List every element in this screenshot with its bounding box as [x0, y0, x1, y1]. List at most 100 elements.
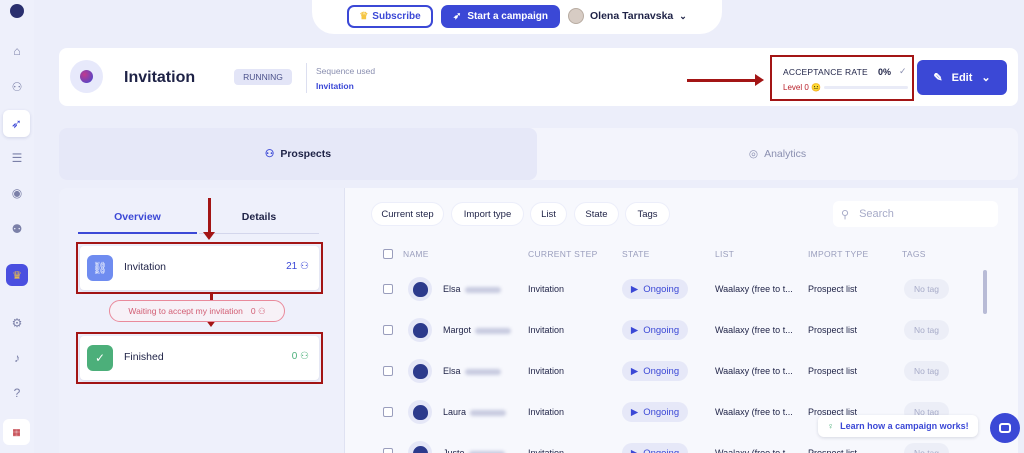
filter-state[interactable]: State: [575, 203, 618, 225]
campaign-icon: [70, 60, 103, 93]
avatar: [568, 8, 584, 24]
users-icon: ⚇: [300, 351, 309, 362]
current-step: Invitation: [528, 407, 565, 417]
level-progress-bar: [824, 86, 908, 89]
bell-icon[interactable]: ♪: [8, 349, 26, 367]
check-icon: ✓: [899, 66, 907, 76]
help-icon[interactable]: ?: [8, 384, 26, 402]
waiting-step[interactable]: Waiting to accept my invitation 0 ⚇: [109, 300, 285, 322]
list-name: Waalaxy (free to t...: [715, 366, 793, 376]
scrollbar[interactable]: [983, 270, 987, 314]
crown-icon: ♛: [359, 11, 369, 22]
chat-icon: [999, 423, 1011, 433]
filter-list[interactable]: List: [531, 203, 566, 225]
overview-panel: Overview Details ⛓ Invitation 21 ⚇ Waiti…: [59, 188, 344, 453]
import-type: Prospect list: [808, 325, 858, 335]
play-icon: ▶: [630, 406, 639, 418]
pencil-icon: ✎: [933, 72, 943, 84]
crown-icon[interactable]: ♛: [6, 264, 28, 286]
play-icon: ▶: [630, 447, 639, 453]
users-icon[interactable]: ⚇: [8, 78, 26, 96]
chevron-down-icon: ⌄: [981, 72, 991, 84]
avatar: [408, 441, 432, 453]
prospect-name[interactable]: Margot: [443, 325, 512, 335]
search-input[interactable]: ⚲ Search: [833, 201, 998, 227]
play-icon: ▶: [630, 324, 639, 336]
learn-link[interactable]: ♀ Learn how a campaign works!: [818, 415, 978, 437]
prospect-name[interactable]: Juste: [443, 448, 505, 453]
chat-icon[interactable]: ◉: [8, 184, 26, 202]
row-checkbox[interactable]: [383, 448, 393, 453]
prospect-name[interactable]: Elsa: [443, 366, 501, 376]
users-icon: ⚇: [257, 305, 266, 316]
gear-icon[interactable]: ⚙: [8, 314, 26, 332]
filter-tags[interactable]: Tags: [626, 203, 669, 225]
table-row[interactable]: Elsa Invitation ▶ Ongoing Waalaxy (free to t…: [345, 270, 975, 310]
acceptance-rate-panel: ACCEPTANCE RATE 0% ✓ Level 0 😐: [770, 55, 914, 101]
table-row[interactable]: Margot Invitation ▶ Ongoing Waalaxy (free to…: [345, 311, 975, 351]
logo-icon[interactable]: [10, 4, 24, 18]
campaign-header: Invitation RUNNING Sequence used Invitat…: [59, 48, 1018, 106]
subscribe-button[interactable]: ♛ Subscribe: [347, 5, 433, 28]
rocket-icon: ➶: [453, 11, 462, 22]
step-count: 0 ⚇: [291, 351, 309, 362]
tag-badge[interactable]: No tag: [904, 361, 949, 381]
page-title: Invitation: [124, 69, 196, 86]
check-icon: ✓: [87, 345, 113, 371]
row-checkbox[interactable]: [383, 325, 393, 335]
divider: [306, 63, 307, 93]
flag-icon[interactable]: ▦: [3, 419, 30, 445]
step-label: Invitation: [124, 261, 167, 273]
chevron-down-icon: ⌄: [679, 10, 687, 21]
home-icon[interactable]: ⌂: [8, 42, 26, 60]
tag-badge[interactable]: No tag: [904, 320, 949, 340]
column-header: NAME: [403, 249, 429, 259]
rocket-icon[interactable]: ➶: [3, 110, 30, 137]
start-campaign-button[interactable]: ➶ Start a campaign: [441, 5, 560, 28]
column-header: LIST: [715, 249, 735, 259]
row-checkbox[interactable]: [383, 366, 393, 376]
edit-button[interactable]: ✎ Edit ⌄: [917, 60, 1007, 95]
sequence-link[interactable]: Invitation: [316, 81, 354, 91]
lightbulb-icon: ♀: [827, 421, 835, 431]
users-icon: ⚇: [300, 261, 309, 272]
state-badge: ▶ Ongoing: [622, 443, 688, 453]
step-invitation[interactable]: ⛓ Invitation 21 ⚇: [76, 242, 323, 294]
status-badge: RUNNING: [234, 69, 292, 85]
play-icon: ▶: [630, 283, 639, 295]
column-header: STATE: [622, 249, 650, 259]
chat-button[interactable]: [990, 413, 1020, 443]
acceptance-value: 0%: [878, 67, 892, 77]
tag-badge[interactable]: No tag: [904, 443, 949, 453]
list-icon[interactable]: ☰: [8, 149, 26, 167]
list-name: Waalaxy (free to t...: [715, 284, 793, 294]
view-tabs: ⚇ Prospects ◎ Analytics: [59, 128, 1018, 180]
import-type: Prospect list: [808, 366, 858, 376]
tab-details[interactable]: Details: [199, 208, 319, 234]
prospects-table-panel: Current step Import type List State Tags…: [344, 188, 1018, 453]
prospect-name[interactable]: Elsa: [443, 284, 501, 294]
row-checkbox[interactable]: [383, 284, 393, 294]
column-header: TAGS: [902, 249, 926, 259]
tab-prospects[interactable]: ⚇ Prospects: [59, 128, 537, 180]
select-all-checkbox[interactable]: [383, 249, 393, 259]
filter-import-type[interactable]: Import type: [452, 203, 523, 225]
state-badge: ▶ Ongoing: [622, 361, 688, 381]
tag-badge[interactable]: No tag: [904, 279, 949, 299]
search-icon: ⚲: [841, 208, 850, 221]
current-step: Invitation: [528, 325, 565, 335]
annotation-arrow: [203, 198, 215, 240]
users-icon: ⚇: [264, 148, 275, 160]
row-checkbox[interactable]: [383, 407, 393, 417]
tab-analytics[interactable]: ◎ Analytics: [537, 128, 1018, 180]
table-row[interactable]: Elsa Invitation ▶ Ongoing Waalaxy (free to t…: [345, 352, 975, 392]
analytics-icon: ◎: [748, 148, 759, 160]
column-header: CURRENT STEP: [528, 249, 598, 259]
prospect-name[interactable]: Laura: [443, 407, 507, 417]
current-step: Invitation: [528, 284, 565, 294]
tab-overview[interactable]: Overview: [78, 208, 197, 234]
step-finished[interactable]: ✓ Finished 0 ⚇: [76, 332, 323, 384]
team-icon[interactable]: ⚉: [8, 220, 26, 238]
filter-current-step[interactable]: Current step: [372, 203, 443, 225]
user-menu[interactable]: Olena Tarnavska ⌄: [568, 8, 687, 24]
